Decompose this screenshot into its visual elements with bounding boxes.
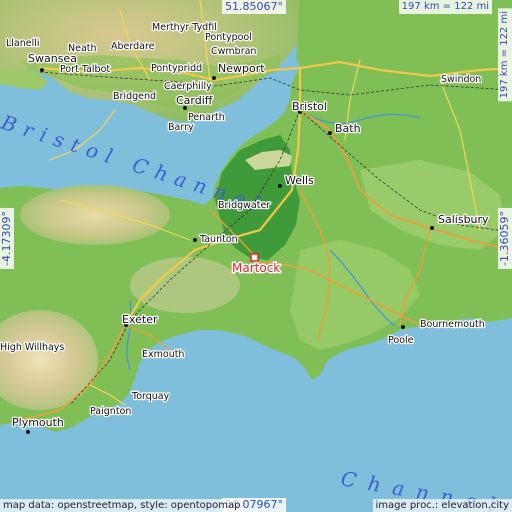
place-label: Neath bbox=[68, 43, 97, 54]
town-marker bbox=[212, 76, 216, 80]
land-blackdown bbox=[130, 257, 240, 313]
place-label: High Willhays bbox=[0, 342, 64, 353]
place-label: Barry bbox=[168, 122, 194, 133]
place-label: Newport bbox=[218, 62, 265, 75]
place-label: Exeter bbox=[122, 313, 158, 326]
town-marker bbox=[278, 184, 282, 188]
town-marker bbox=[328, 131, 332, 135]
place-label: Pontypool bbox=[205, 32, 252, 43]
place-label: Exmouth bbox=[142, 349, 184, 360]
place-label: Bridgend bbox=[113, 91, 156, 102]
place-label: Llanelli bbox=[6, 38, 40, 49]
place-label: Cardiff bbox=[176, 94, 213, 107]
town-marker bbox=[401, 325, 405, 329]
town-marker bbox=[430, 226, 434, 230]
focus-town-label: Martock bbox=[232, 261, 280, 275]
place-label: Plymouth bbox=[12, 416, 64, 429]
place-label: Bath bbox=[335, 122, 361, 135]
place-label: Aberdare bbox=[111, 41, 155, 52]
place-label: Bridgwater bbox=[218, 200, 270, 211]
place-label: Bristol bbox=[292, 100, 327, 113]
town-marker bbox=[40, 68, 44, 72]
town-marker bbox=[193, 238, 197, 242]
image-processing-credit[interactable]: image proc.: elevation.city bbox=[372, 499, 512, 512]
topographic-map[interactable]: Bristol Channel Channel Llanelli Swansea… bbox=[0, 0, 512, 512]
longitude-right: -1.36059° bbox=[498, 208, 512, 269]
place-label: Poole bbox=[388, 335, 414, 346]
latitude-top: 51.85067° bbox=[222, 0, 286, 14]
place-label: Salisbury bbox=[438, 213, 489, 226]
scale-top: 197 km = 122 mi bbox=[398, 0, 492, 14]
place-label: Taunton bbox=[199, 234, 238, 245]
focus-marker-square bbox=[250, 253, 259, 262]
place-label: Caerphilly bbox=[164, 81, 212, 92]
town-marker bbox=[26, 430, 30, 434]
place-label: Torquay bbox=[131, 391, 170, 402]
map-data-credit[interactable]: map data: openstreetmap, style: opentopo… bbox=[0, 499, 244, 512]
land-exmoor bbox=[20, 185, 170, 245]
place-label: Wells bbox=[285, 174, 314, 187]
place-label: Pontypridd bbox=[151, 63, 202, 74]
place-label: Swindon bbox=[441, 74, 481, 85]
place-label: Cwmbran bbox=[211, 46, 256, 57]
longitude-left: -4.17309° bbox=[0, 208, 14, 269]
place-label: Port Talbot bbox=[60, 64, 110, 75]
scale-right: 197 km = 122 mi bbox=[498, 8, 512, 102]
place-label: Paignton bbox=[90, 406, 131, 417]
place-label: Bournemouth bbox=[420, 319, 485, 330]
